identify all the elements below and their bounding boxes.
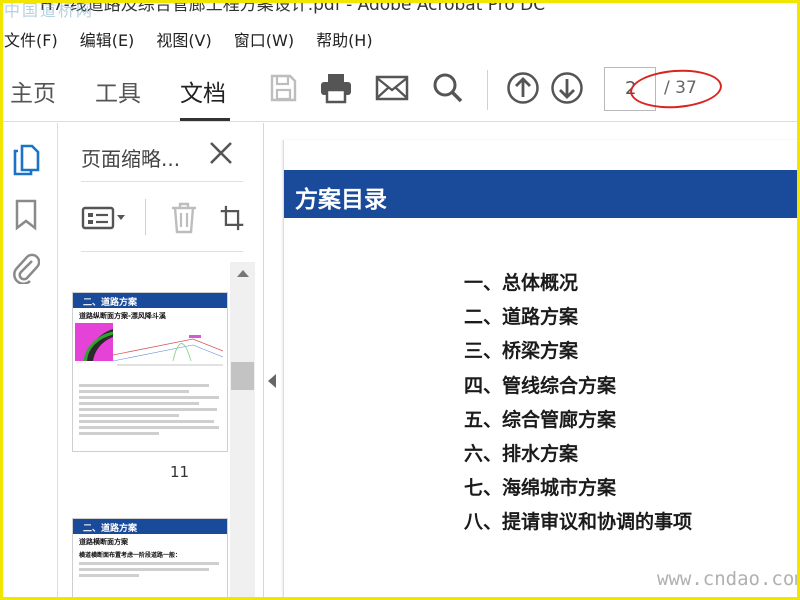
- menu-window[interactable]: 窗口(W): [234, 27, 294, 51]
- search-icon: [433, 73, 463, 103]
- thumbnail-page-number: 11: [170, 463, 190, 481]
- bookmark-icon: [15, 199, 37, 231]
- page-up-icon: [507, 72, 539, 104]
- thumbnail-options-button[interactable]: [81, 201, 129, 235]
- toc-item: 五、综合管廊方案: [464, 408, 617, 431]
- watermark-bottom-right: www.cndao.com: [657, 568, 800, 590]
- toc-item: 一、总体概况: [464, 272, 579, 294]
- watermark-top-left: 中国道桥网: [4, 1, 95, 20]
- document-page[interactable]: 方案目录 一、总体概况 二、道路方案 三、桥梁方案 四、管线综合方案 五、综合管…: [283, 140, 800, 600]
- email-button[interactable]: [374, 70, 410, 106]
- panel-title: 页面缩略...: [81, 147, 181, 171]
- page-heading: 方案目录: [284, 170, 800, 218]
- save-button[interactable]: [265, 70, 301, 106]
- close-icon[interactable]: [207, 139, 235, 167]
- options-menu-icon: [81, 206, 125, 230]
- toc-item: 七、海绵城市方案: [464, 477, 617, 500]
- active-tab-indicator: [180, 118, 230, 121]
- email-icon: [375, 75, 409, 101]
- search-button[interactable]: [430, 70, 466, 106]
- save-icon: [270, 74, 297, 102]
- print-icon: [321, 74, 351, 104]
- bookmarks-button[interactable]: [10, 198, 42, 232]
- menu-view[interactable]: 视图(V): [156, 27, 211, 51]
- scrollbar-thumb[interactable]: [231, 362, 254, 390]
- page-thumbnails-button[interactable]: [10, 143, 42, 177]
- tab-home[interactable]: 主页: [10, 74, 56, 108]
- next-page-button[interactable]: [549, 70, 585, 106]
- thumbnail-subtitle: 道路横断面方案: [79, 538, 128, 546]
- page-thumbnail[interactable]: 二、道路方案 道路横断面方案 横道横断面布置考虑一阶段道路一般：: [72, 518, 228, 600]
- title-bar: H7-线道路及综合管廊工程方案设计.pdf - Adobe Acrobat Pr…: [0, 0, 800, 14]
- thumbnail-header: 二、道路方案: [73, 293, 227, 308]
- toc-item: 二、道路方案: [464, 306, 579, 329]
- previous-page-button[interactable]: [505, 70, 541, 106]
- toc-item: 六、排水方案: [464, 442, 579, 465]
- tab-tools[interactable]: 工具: [95, 74, 141, 108]
- page-thumbnail[interactable]: 二、道路方案 道路纵断面方案-漂风降斗溪: [72, 292, 228, 452]
- toc-item: 八、提请审议和协调的事项: [464, 511, 693, 534]
- page-thumbnails-icon: [13, 144, 40, 176]
- thumbnail-header: 二、道路方案: [73, 519, 227, 534]
- delete-icon: [172, 202, 196, 234]
- page-down-icon: [551, 72, 583, 104]
- panel-divider: [81, 181, 243, 182]
- menu-file[interactable]: 文件(F): [4, 27, 58, 51]
- toc-item: 四、管线综合方案: [464, 374, 617, 397]
- attachment-icon: [13, 253, 40, 284]
- thumbnail-bullet: 横道横断面布置考虑一阶段道路一般：: [79, 552, 182, 559]
- crop-pages-button[interactable]: [219, 201, 245, 235]
- print-button[interactable]: [318, 70, 354, 106]
- scroll-up-arrow-icon[interactable]: [237, 270, 249, 277]
- toolbar-separator: [487, 70, 488, 110]
- thumbnail-scrollbar[interactable]: [230, 262, 255, 600]
- toc-item: 三、桥梁方案: [464, 340, 579, 363]
- panel-divider-2: [81, 251, 243, 252]
- delete-pages-button[interactable]: [169, 201, 199, 235]
- menu-bar: 文件(F) 编辑(E) 视图(V) 窗口(W) 帮助(H): [0, 24, 800, 54]
- navigation-rail: [0, 123, 58, 600]
- table-of-contents: 一、总体概况 二、道路方案 三、桥梁方案 四、管线综合方案 五、综合管廊方案 六…: [464, 268, 692, 542]
- panel-tool-separator: [145, 199, 146, 235]
- attachments-button[interactable]: [10, 251, 42, 285]
- menu-help[interactable]: 帮助(H): [316, 27, 373, 51]
- menu-edit[interactable]: 编辑(E): [80, 27, 135, 51]
- thumbnail-subtitle: 道路纵断面方案-漂风降斗溪: [79, 312, 166, 320]
- crop-icon: [220, 205, 244, 231]
- thumbnail-profile-drawing: [75, 323, 224, 366]
- collapse-panel-arrow-icon[interactable]: [268, 374, 276, 388]
- tab-document[interactable]: 文档: [180, 74, 226, 108]
- window-title: H7-线道路及综合管廊工程方案设计.pdf - Adobe Acrobat Pr…: [40, 0, 546, 14]
